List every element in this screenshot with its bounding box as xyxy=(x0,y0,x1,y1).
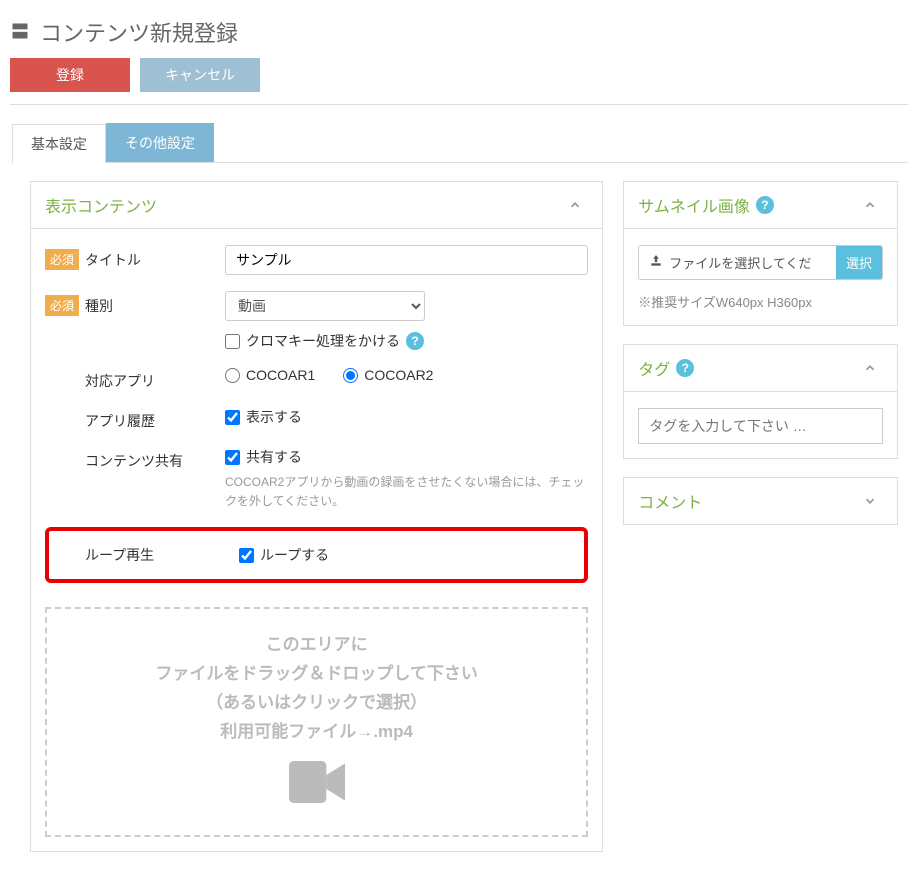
chroma-label: クロマキー処理をかける xyxy=(246,331,400,351)
dropzone-line1: このエリアに xyxy=(57,631,576,660)
help-icon[interactable]: ? xyxy=(406,332,424,350)
thumbnail-panel-title: サムネイル画像 xyxy=(638,193,750,217)
cancel-button[interactable]: キャンセル xyxy=(140,58,260,92)
collapse-button[interactable] xyxy=(857,192,883,218)
upload-label-text: ファイルを選択してくだ xyxy=(669,253,811,272)
share-label: コンテンツ共有 xyxy=(85,451,183,471)
required-badge: 必須 xyxy=(45,249,79,270)
type-label: 種別 xyxy=(85,296,113,316)
app-radio-2[interactable]: COCOAR2 xyxy=(343,367,433,383)
loop-checkbox-label[interactable]: ループする xyxy=(239,545,574,565)
tab-other[interactable]: その他設定 xyxy=(106,123,214,162)
required-badge: 必須 xyxy=(45,295,79,316)
panel-title-display: 表示コンテンツ xyxy=(45,193,157,217)
page-title-row: コンテンツ新規登録 xyxy=(10,16,908,48)
collapse-button[interactable] xyxy=(562,192,588,218)
thumbnail-upload[interactable]: ファイルを選択してくだ 選択 xyxy=(638,245,883,280)
expand-button[interactable] xyxy=(857,488,883,514)
comment-panel: コメント xyxy=(623,477,898,525)
title-input[interactable] xyxy=(225,245,588,275)
chroma-checkbox[interactable] xyxy=(225,334,240,349)
stack-icon xyxy=(10,21,30,44)
register-button[interactable]: 登録 xyxy=(10,58,130,92)
page-title: コンテンツ新規登録 xyxy=(40,16,238,48)
loop-label: ループ再生 xyxy=(85,545,154,565)
thumbnail-size-note: ※推奨サイズW640px H360px xyxy=(638,292,883,311)
display-content-panel: 表示コンテンツ 必須 タイトル xyxy=(30,181,603,852)
tag-panel-title: タグ xyxy=(638,356,670,380)
share-checkbox-label[interactable]: 共有する xyxy=(225,447,588,467)
tag-panel: タグ ? xyxy=(623,344,898,459)
dropzone-line3: （あるいはクリックで選択） xyxy=(57,689,576,718)
help-icon[interactable]: ? xyxy=(756,196,774,214)
video-icon xyxy=(57,761,576,813)
upload-select-button[interactable]: 選択 xyxy=(836,246,882,279)
app-label: 対応アプリ xyxy=(85,371,155,391)
file-dropzone[interactable]: このエリアに ファイルをドラッグ＆ドロップして下さい （あるいはクリックで選択）… xyxy=(45,607,588,836)
loop-row-highlight: ループ再生 ループする xyxy=(45,527,588,583)
history-checkbox[interactable] xyxy=(225,410,240,425)
type-select[interactable]: 動画 xyxy=(225,291,425,321)
help-icon[interactable]: ? xyxy=(676,359,694,377)
tab-basic[interactable]: 基本設定 xyxy=(12,124,106,163)
tag-input[interactable] xyxy=(638,408,883,444)
tabs: 基本設定 その他設定 xyxy=(12,123,908,163)
thumbnail-panel: サムネイル画像 ? ファイルを選択してくだ xyxy=(623,181,898,326)
title-label: タイトル xyxy=(85,250,141,270)
comment-panel-title: コメント xyxy=(638,489,702,513)
history-checkbox-label[interactable]: 表示する xyxy=(225,407,588,427)
share-checkbox[interactable] xyxy=(225,450,240,465)
share-note: COCOAR2アプリから動画の録画をさせたくない場合には、チェックを外してくださ… xyxy=(225,473,588,511)
history-label: アプリ履歴 xyxy=(85,411,155,431)
loop-checkbox[interactable] xyxy=(239,548,254,563)
dropzone-line2: ファイルをドラッグ＆ドロップして下さい xyxy=(57,660,576,689)
app-radio-1[interactable]: COCOAR1 xyxy=(225,367,315,383)
dropzone-line4: 利用可能ファイル→.mp4 xyxy=(57,718,576,747)
upload-icon xyxy=(649,254,663,271)
collapse-button[interactable] xyxy=(857,355,883,381)
